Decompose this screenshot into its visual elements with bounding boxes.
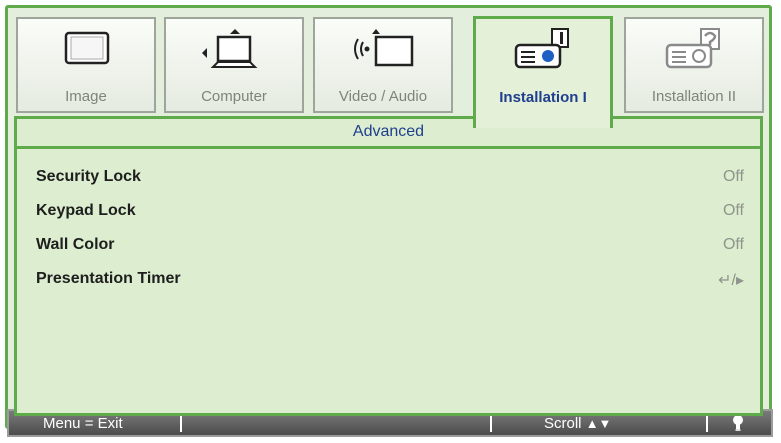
tab-image[interactable]: Image <box>16 17 156 113</box>
menu-item-label: Wall Color <box>36 236 115 253</box>
osd-menu-frame: Image Computer Video / Audio Installatio… <box>5 5 772 429</box>
scroll-arrows-icon: ▲▼ <box>585 416 612 431</box>
tab-label: Computer <box>201 88 267 105</box>
computer-icon <box>202 29 258 68</box>
menu-item-keypad-lock[interactable]: Keypad Lock Off <box>36 202 744 226</box>
menu-item-value: Off <box>722 236 744 253</box>
projector-settings-icon <box>665 28 720 69</box>
menu-exit-hint: Menu = Exit <box>43 415 123 432</box>
panel-title: Advanced <box>17 119 760 149</box>
lamp-icon <box>731 414 745 436</box>
video-audio-icon <box>354 29 414 67</box>
projector-icon <box>514 28 569 69</box>
menu-item-value: Off <box>722 202 744 219</box>
image-icon <box>64 31 110 65</box>
status-divider <box>180 414 182 432</box>
status-divider <box>706 414 708 432</box>
tab-installation-1[interactable]: Installation I <box>473 16 613 128</box>
menu-item-label: Security Lock <box>36 168 141 185</box>
tab-installation-2[interactable]: Installation II <box>624 17 764 113</box>
menu-item-value: Off <box>722 168 744 185</box>
scroll-label: Scroll <box>544 415 582 432</box>
menu-item-label: Presentation Timer <box>36 270 181 287</box>
menu-item-presentation-timer[interactable]: Presentation Timer ↵/▸ <box>36 270 744 294</box>
status-divider <box>490 414 492 432</box>
settings-panel: Advanced Security Lock Off Keypad Lock O… <box>14 116 763 416</box>
tab-video-audio[interactable]: Video / Audio <box>313 17 453 113</box>
menu-item-wall-color[interactable]: Wall Color Off <box>36 236 744 260</box>
tab-label: Installation I <box>499 89 587 106</box>
menu-item-label: Keypad Lock <box>36 202 136 219</box>
tab-label: Video / Audio <box>338 88 428 105</box>
tab-label: Installation II <box>651 88 737 105</box>
scroll-hint: Scroll ▲▼ <box>544 415 611 432</box>
enter-submenu-icon: ↵/▸ <box>718 272 744 289</box>
tab-computer[interactable]: Computer <box>164 17 304 113</box>
menu-item-security-lock[interactable]: Security Lock Off <box>36 168 744 192</box>
tab-label: Image <box>65 88 107 105</box>
